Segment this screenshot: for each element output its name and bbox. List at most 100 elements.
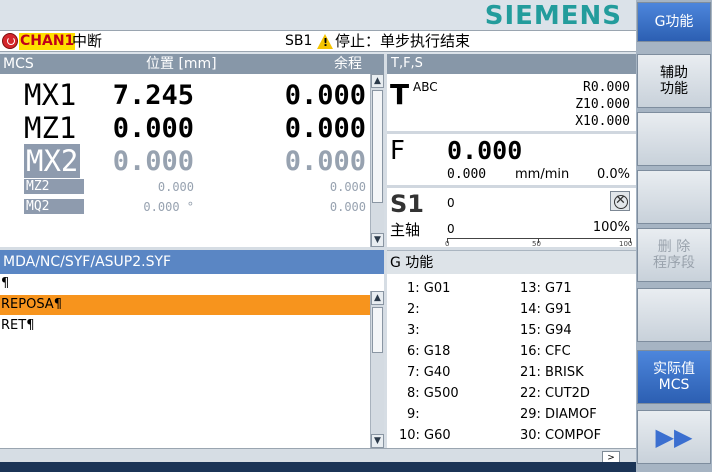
axis-position: 0.000 ° xyxy=(143,200,194,214)
axis-name: MX2 xyxy=(24,144,81,178)
empty-softkey[interactable] xyxy=(637,112,711,166)
g-function-item: 15: G94 xyxy=(520,323,572,338)
feed-actual: 0.000 xyxy=(447,167,487,182)
g-function-item: 29: DIAMOF xyxy=(520,407,597,422)
divider xyxy=(387,131,636,134)
scroll-down-button[interactable]: ▼ xyxy=(371,434,384,448)
bar-tick-label: 50 xyxy=(532,240,541,248)
g-function-item: 21: BRISK xyxy=(520,365,584,380)
softkey-label: 删 除 程序段 xyxy=(653,239,695,271)
scroll-down-button[interactable]: ▼ xyxy=(371,233,384,247)
g-function-item: 10: G60 xyxy=(399,428,451,443)
spindle-speed: 0 xyxy=(447,222,455,236)
program-line[interactable]: ¶ xyxy=(0,274,370,294)
empty-softkey[interactable] xyxy=(637,170,711,224)
coord-system-label: MCS xyxy=(3,56,34,72)
scroll-up-button[interactable]: ▲ xyxy=(371,74,384,88)
spindle-override: 100% xyxy=(592,220,630,235)
siemens-logo: SIEMENS xyxy=(484,1,622,31)
header-bar: SIEMENS CHAN1 中断 SB1 停止：单步执行结束 xyxy=(0,0,636,54)
aux-functions-softkey[interactable]: 辅助 功能 xyxy=(637,54,711,108)
channel-badge: CHAN1 xyxy=(19,33,76,50)
g-function-item: 3: xyxy=(407,323,420,338)
axis-row-mx2: MX2 0.000 0.000 xyxy=(0,144,370,178)
axis-row-mx1: MX1 7.245 0.000 xyxy=(0,78,370,112)
axis-position: 0.000 xyxy=(112,146,194,177)
softkey-label: G功能 xyxy=(654,14,694,30)
bar-tick-label: 100 xyxy=(619,240,633,248)
axis-name: MZ2 xyxy=(24,179,84,194)
warning-icon xyxy=(317,34,333,49)
position-column-label: 位置 [mm] xyxy=(146,56,217,72)
g-function-item: 2: xyxy=(407,302,420,317)
feed-override: 0.0% xyxy=(596,167,630,182)
program-line-active[interactable]: REPOSA¶ xyxy=(0,295,370,315)
g-functions-header: G 功能 xyxy=(387,250,636,274)
tool-radius: R0.000 xyxy=(583,80,630,95)
g-function-item: 14: G91 xyxy=(520,302,572,317)
scroll-up-button[interactable]: ▲ xyxy=(371,291,384,305)
g-function-item: 13: G71 xyxy=(520,281,572,296)
g-function-item: 1: G01 xyxy=(407,281,451,296)
spindle-letter: S1 xyxy=(390,190,424,218)
spindle-stop-icon xyxy=(610,191,630,211)
g-function-item: 30: COMPOF xyxy=(520,428,602,443)
scroll-thumb[interactable] xyxy=(372,90,383,203)
scroll-thumb[interactable] xyxy=(372,307,383,353)
program-scrollbar[interactable]: ▲ ▼ xyxy=(370,291,384,448)
g-function-item: 16: CFC xyxy=(520,344,571,359)
axis-name: MX1 xyxy=(24,78,77,112)
g-functions-panel: 1: G01 2: 3: 6: G18 7: G40 8: G500 9: 10… xyxy=(387,274,636,448)
axes-panel: MCS 位置 [mm] 余程 MX1 7.245 0.000 MZ1 0.000… xyxy=(0,54,384,247)
axis-row-mz2: MZ2 0.000 0.000 xyxy=(0,179,370,197)
program-line[interactable]: RET¶ xyxy=(0,316,370,336)
channel-status-row: CHAN1 中断 SB1 停止：单步执行结束 xyxy=(0,30,636,52)
g-function-item: 6: G18 xyxy=(407,344,451,359)
axis-name: MZ1 xyxy=(24,111,77,145)
g-function-item: 9: xyxy=(407,407,420,422)
bar-tick-label: 0 xyxy=(445,240,450,248)
empty-softkey[interactable] xyxy=(637,288,711,342)
axis-row-mz1: MZ1 0.000 0.000 xyxy=(0,111,370,145)
g-function-item: 7: G40 xyxy=(407,365,451,380)
axis-distance: 0.000 xyxy=(329,200,366,214)
distance-column-label: 余程 xyxy=(334,56,362,72)
feed-value: 0.000 xyxy=(447,136,523,165)
g-function-item: 8: G500 xyxy=(407,386,459,401)
softkey-label: 辅助 功能 xyxy=(660,65,688,97)
axis-position: 0.000 xyxy=(157,180,194,194)
axis-row-mq2: MQ2 0.000 ° 0.000 xyxy=(0,199,370,217)
delete-block-softkey[interactable]: 删 除 程序段 xyxy=(637,228,711,282)
vertical-softkey-bar: G功能 辅助 功能 删 除 程序段 实际值 MCS ▶▶ xyxy=(636,0,712,472)
g-function-item: 22: CUT2D xyxy=(520,386,590,401)
horizontal-softkey-bar xyxy=(0,462,636,472)
g-functions-softkey[interactable]: G功能 xyxy=(637,2,711,42)
spindle-label: 主轴 xyxy=(390,221,421,239)
softkey-label: 实际值 MCS xyxy=(653,361,695,393)
status-message: 停止：单步执行结束 xyxy=(335,32,471,50)
next-softkey-page[interactable]: ▶▶ xyxy=(637,410,711,464)
tool-letter: T xyxy=(390,78,410,111)
tool-length-z: Z10.000 xyxy=(575,97,630,112)
actual-value-mcs-softkey[interactable]: 实际值 MCS xyxy=(637,350,711,404)
double-right-arrow-icon: ▶▶ xyxy=(655,423,693,451)
axis-distance: 0.000 xyxy=(284,146,366,177)
tool-length-x: X10.000 xyxy=(575,114,630,129)
axis-distance: 0.000 xyxy=(329,180,366,194)
program-path-header: MDA/NC/SYF/ASUP2.SYF xyxy=(0,250,384,274)
feed-unit: mm/min xyxy=(515,167,570,182)
channel-state: 中断 xyxy=(72,32,103,50)
tfs-header: T,F,S xyxy=(387,54,636,74)
divider xyxy=(387,185,636,188)
spindle-value: 0 xyxy=(447,196,455,210)
axis-distance: 0.000 xyxy=(284,80,366,111)
tfs-panel: T,F,S T ABC R0.000 Z10.000 X10.000 F 0.0… xyxy=(387,54,636,248)
axis-position: 7.245 xyxy=(112,80,194,111)
axes-scrollbar[interactable]: ▲ ▼ xyxy=(370,74,384,247)
program-editor[interactable]: ¶ REPOSA¶ RET¶ ▲ ▼ xyxy=(0,274,384,448)
feed-letter: F xyxy=(390,136,405,166)
reset-icon xyxy=(2,33,18,49)
tool-name: ABC xyxy=(413,80,438,94)
axes-header: MCS 位置 [mm] 余程 xyxy=(0,54,384,74)
axis-distance: 0.000 xyxy=(284,113,366,144)
